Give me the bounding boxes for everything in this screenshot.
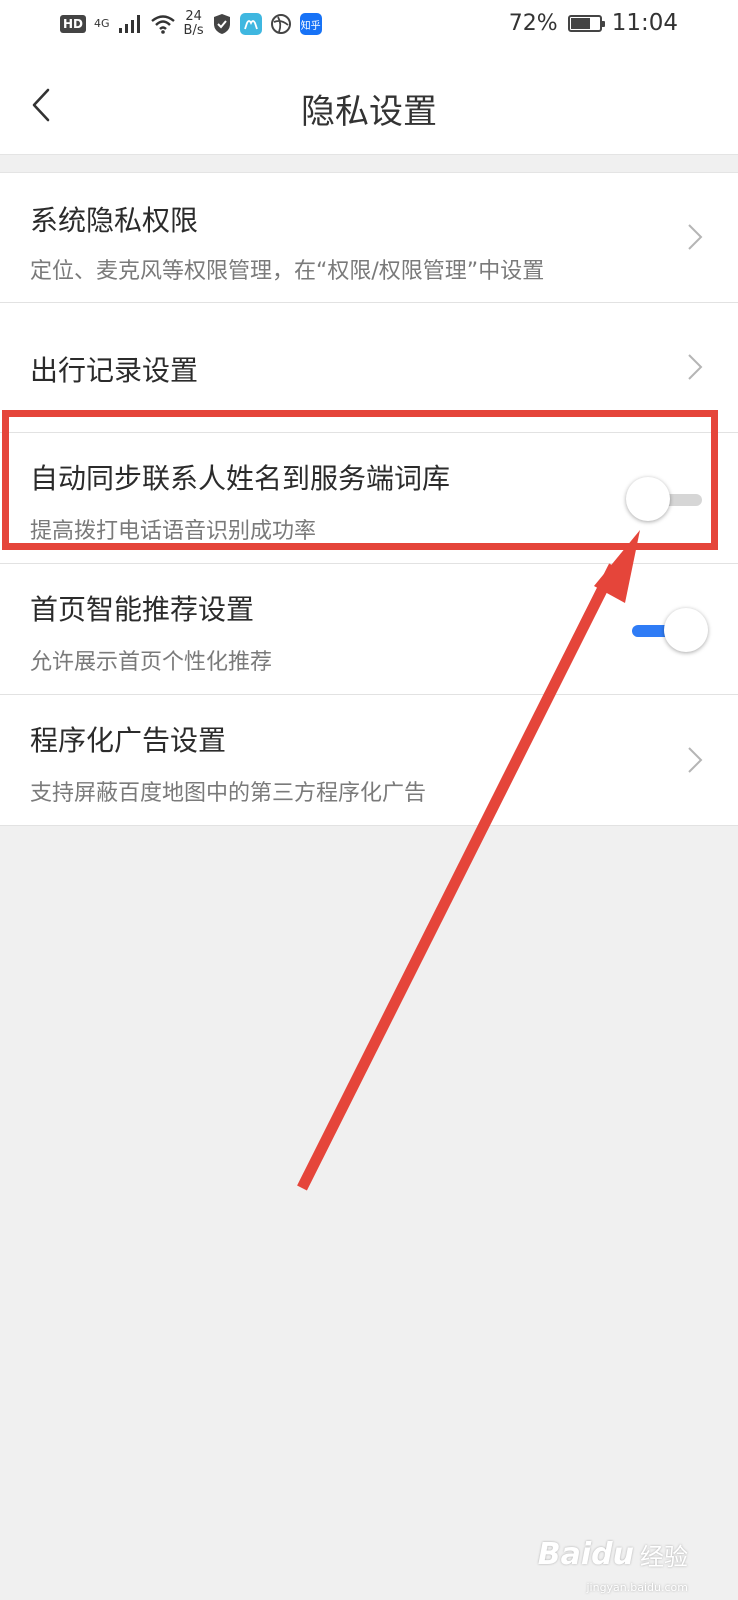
hd-icon: HD	[60, 15, 87, 33]
toggle-knob	[664, 608, 708, 652]
setting-title: 程序化广告设置	[30, 724, 227, 757]
setting-title: 出行记录设置	[30, 354, 199, 387]
chevron-right-icon	[688, 224, 703, 250]
toggle-knob	[626, 477, 670, 521]
setting-subtitle: 定位、麦克风等权限管理，在“权限/权限管理”中设置	[30, 259, 545, 284]
speed-value: 24	[185, 9, 202, 24]
nav-bar: 隐私设置	[0, 56, 738, 155]
watermark: Baidu 经验	[538, 1537, 688, 1572]
sync-contacts-toggle[interactable]	[626, 477, 708, 523]
clock: 11:04	[611, 10, 678, 36]
chevron-right-icon	[688, 747, 703, 773]
setting-title: 系统隐私权限	[30, 204, 199, 237]
watermark-url: jingyan.baidu.com	[586, 1581, 688, 1594]
setting-system-privacy[interactable]: 系统隐私权限 定位、麦克风等权限管理，在“权限/权限管理”中设置	[0, 173, 738, 303]
setting-title: 首页智能推荐设置	[30, 593, 255, 626]
setting-subtitle: 支持屏蔽百度地图中的第三方程序化广告	[30, 781, 427, 806]
chevron-right-icon	[688, 354, 703, 380]
battery-percent: 72%	[508, 10, 558, 36]
setting-travel-record[interactable]: 出行记录设置	[0, 303, 738, 433]
status-icons-right: 72% 11:04	[509, 10, 678, 36]
network-speed: 24 B/s	[184, 10, 204, 38]
zhihu-app-icon: 知乎	[299, 13, 322, 35]
browser-icon	[270, 14, 291, 34]
setting-subtitle: 提高拨打电话语音识别成功率	[30, 519, 317, 544]
battery-fill	[570, 17, 591, 29]
shield-icon	[213, 14, 230, 34]
setting-title: 自动同步联系人姓名到服务端词库	[30, 462, 451, 495]
setting-subtitle: 允许展示首页个性化推荐	[30, 650, 273, 675]
wifi-icon	[150, 15, 175, 34]
setting-programmatic-ads[interactable]: 程序化广告设置 支持屏蔽百度地图中的第三方程序化广告	[0, 695, 738, 826]
watermark-logo: Baidu	[537, 1537, 634, 1572]
signal-icon	[118, 15, 140, 33]
settings-list: 系统隐私权限 定位、麦克风等权限管理，在“权限/权限管理”中设置 出行记录设置 …	[0, 172, 738, 826]
home-recommend-toggle[interactable]	[626, 608, 708, 654]
speed-unit: B/s	[183, 23, 204, 38]
camel-app-icon	[239, 13, 262, 35]
battery-icon	[567, 14, 605, 32]
status-icons-left: HD 4G 24 B/s 知乎	[60, 10, 322, 38]
setting-sync-contacts: 自动同步联系人姓名到服务端词库 提高拨打电话语音识别成功率	[0, 433, 738, 564]
watermark-text: 经验	[640, 1543, 688, 1571]
network-type: 4G	[94, 17, 110, 30]
setting-home-recommend: 首页智能推荐设置 允许展示首页个性化推荐	[0, 564, 738, 695]
status-bar: HD 4G 24 B/s 知乎 72% 11:04	[0, 0, 738, 56]
page-title: 隐私设置	[301, 92, 437, 132]
